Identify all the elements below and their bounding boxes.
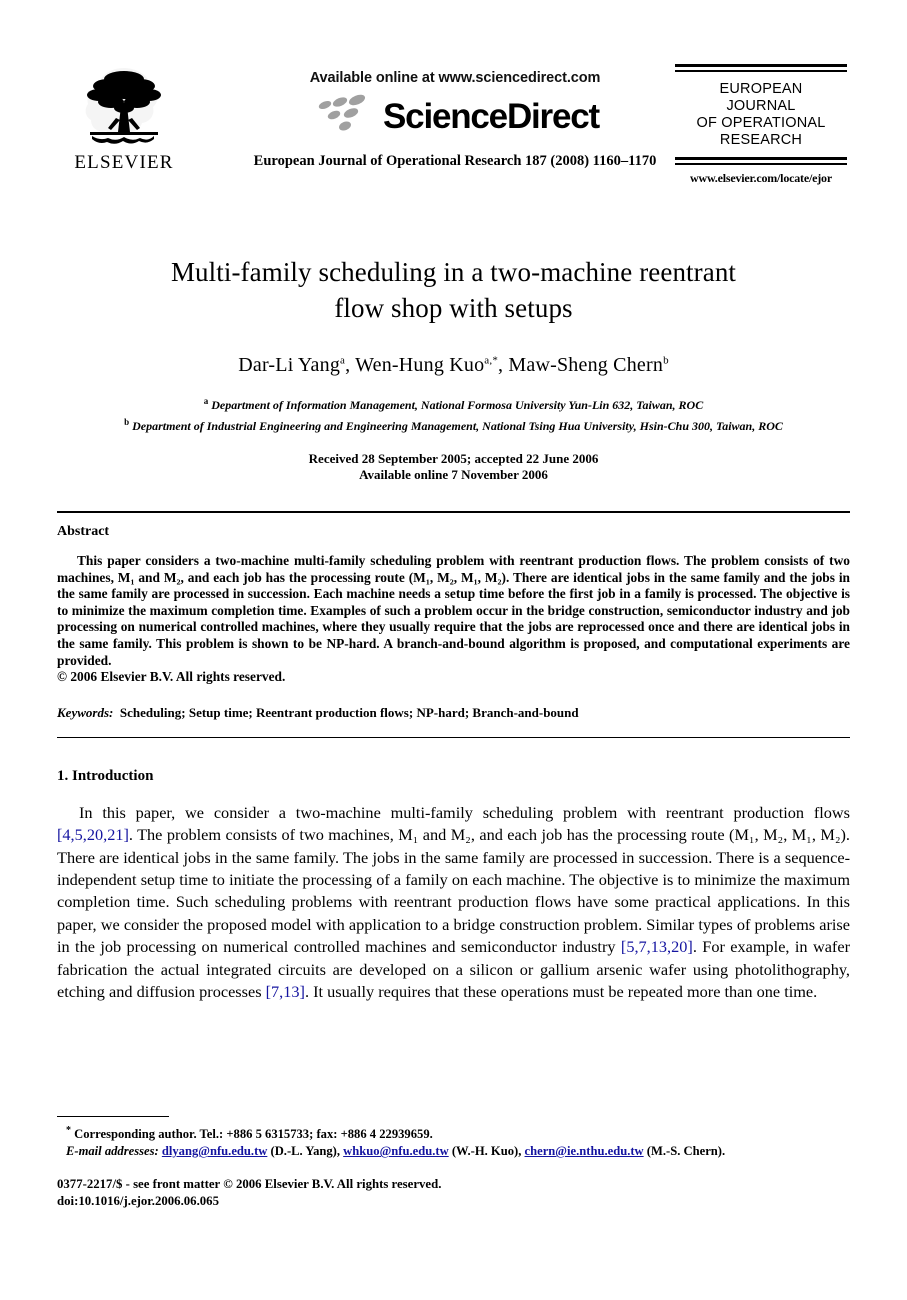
email-label: E-mail addresses: bbox=[66, 1144, 159, 1159]
email-addresses-note: E-mail addresses: dlyang@nfu.edu.tw (D.-… bbox=[57, 1143, 850, 1160]
email-person-2: (M.-S. Chern). bbox=[646, 1144, 726, 1159]
introduction-paragraph: In this paper, we consider a two-machine… bbox=[57, 802, 850, 1004]
journal-url[interactable]: www.elsevier.com/locate/ejor bbox=[675, 171, 847, 186]
author-name: Dar-Li Yang bbox=[238, 354, 341, 376]
intro-text-part-1: In this paper, we consider a two-machine… bbox=[79, 802, 850, 822]
abstract-heading: Abstract bbox=[57, 524, 110, 539]
journal-badge: EUROPEAN JOURNAL OF OPERATIONAL RESEARCH… bbox=[675, 64, 847, 186]
sciencedirect-wordmark: ScienceDirect bbox=[383, 96, 600, 136]
introduction-body: In this paper, we consider a two-machine… bbox=[57, 802, 850, 1004]
keywords-label: Keywords: bbox=[57, 704, 114, 720]
sciencedirect-logo-row: ScienceDirect bbox=[245, 93, 665, 139]
citation-link-4-5-20-21[interactable]: [4,5,20,21] bbox=[57, 825, 129, 844]
author-mark: a bbox=[340, 354, 346, 367]
author-mark: b bbox=[663, 354, 669, 367]
abstract-paragraph: This paper considers a two-machine multi… bbox=[57, 553, 850, 668]
keywords: Keywords: Scheduling; Setup time; Reentr… bbox=[57, 705, 850, 721]
title-line-1: Multi-family scheduling in a two-machine… bbox=[170, 257, 737, 287]
author-list: Dar-Li Yanga, Wen-Hung Kuoa,*, Maw-Sheng… bbox=[238, 354, 669, 376]
intro-text-part-4: . It usually requires that these operati… bbox=[304, 982, 818, 1001]
author-name: Wen-Hung Kuo bbox=[355, 354, 485, 376]
keywords-value: Scheduling; Setup time; Reentrant produc… bbox=[119, 704, 579, 720]
doi-line: doi:10.1016/j.ejor.2006.06.065 bbox=[57, 1194, 219, 1208]
badge-line-1: EUROPEAN bbox=[719, 81, 803, 97]
colophon: 0377-2217/$ - see front matter © 2006 El… bbox=[57, 1176, 441, 1210]
section-heading-introduction: 1. Introduction bbox=[57, 767, 154, 784]
journal-citation: European Journal of Operational Research… bbox=[253, 153, 657, 169]
badge-line-3: OF OPERATIONAL bbox=[696, 115, 826, 131]
email-person-1: (W.-H. Kuo), bbox=[451, 1144, 522, 1159]
available-online-line: Available online 7 November 2006 bbox=[359, 467, 548, 482]
footnote-divider bbox=[57, 1116, 169, 1117]
divider-below-keywords bbox=[57, 736, 850, 738]
affiliation-mark: a bbox=[203, 396, 209, 406]
author-name: Maw-Sheng Chern bbox=[508, 354, 664, 376]
divider-above-abstract bbox=[57, 511, 850, 513]
affiliation-a: a Department of Information Management, … bbox=[57, 393, 850, 414]
citation-link-5-7-13-20[interactable]: [5,7,13,20] bbox=[621, 937, 693, 956]
masthead: ELSEVIER Available online at www.science… bbox=[57, 62, 850, 202]
sciencedirect-block: Available online at www.sciencedirect.co… bbox=[245, 70, 665, 170]
article-page: ELSEVIER Available online at www.science… bbox=[0, 62, 907, 1300]
corresponding-mark: * bbox=[66, 1125, 71, 1136]
footnotes: * Corresponding author. Tel.: +886 5 631… bbox=[57, 1122, 850, 1160]
affiliation-text: Department of Industrial Engineering and… bbox=[132, 419, 783, 433]
badge-title: EUROPEAN JOURNAL OF OPERATIONAL RESEARCH bbox=[675, 81, 847, 149]
available-online-text: Available online at www.sciencedirect.co… bbox=[309, 70, 601, 86]
page-title: Multi-family scheduling in a two-machine… bbox=[57, 254, 850, 326]
sciencedirect-dots-logo bbox=[311, 93, 377, 140]
issn-front-matter: 0377-2217/$ - see front matter © 2006 El… bbox=[57, 1177, 442, 1191]
affiliation-mark: b bbox=[124, 417, 130, 427]
affiliation-b: b Department of Industrial Engineering a… bbox=[57, 414, 850, 435]
author-mark: a,* bbox=[484, 354, 499, 367]
affiliation-text: Department of Information Management, Na… bbox=[211, 398, 704, 412]
corresponding-author-note: * Corresponding author. Tel.: +886 5 631… bbox=[57, 1122, 850, 1143]
title-line-2: flow shop with setups bbox=[334, 293, 573, 323]
abstract-copyright: © 2006 Elsevier B.V. All rights reserved… bbox=[57, 669, 286, 685]
corresponding-text: Corresponding author. Tel.: +886 5 63157… bbox=[74, 1127, 433, 1142]
received-accepted-line: Received 28 September 2005; accepted 22 … bbox=[308, 451, 599, 466]
badge-line-2: JOURNAL bbox=[726, 98, 796, 114]
email-link-chern[interactable]: chern@ie.nthu.edu.tw bbox=[525, 1144, 644, 1158]
badge-rule-bottom bbox=[675, 157, 847, 165]
elsevier-tree-logo bbox=[65, 62, 183, 150]
email-link-whkuo[interactable]: whkuo@nfu.edu.tw bbox=[343, 1144, 449, 1158]
citation-link-7-13[interactable]: [7,13] bbox=[266, 982, 305, 1001]
elsevier-logo: ELSEVIER bbox=[65, 62, 183, 174]
abstract-body: This paper considers a two-machine multi… bbox=[57, 553, 850, 686]
badge-line-4: RESEARCH bbox=[719, 132, 803, 148]
article-history: Received 28 September 2005; accepted 22 … bbox=[57, 451, 850, 483]
badge-rule-top bbox=[675, 64, 847, 72]
email-person-0: (D.-L. Yang), bbox=[270, 1144, 341, 1159]
elsevier-wordmark: ELSEVIER bbox=[74, 152, 174, 173]
email-link-dlyang[interactable]: dlyang@nfu.edu.tw bbox=[162, 1144, 268, 1158]
affiliations: a Department of Information Management, … bbox=[57, 393, 850, 435]
